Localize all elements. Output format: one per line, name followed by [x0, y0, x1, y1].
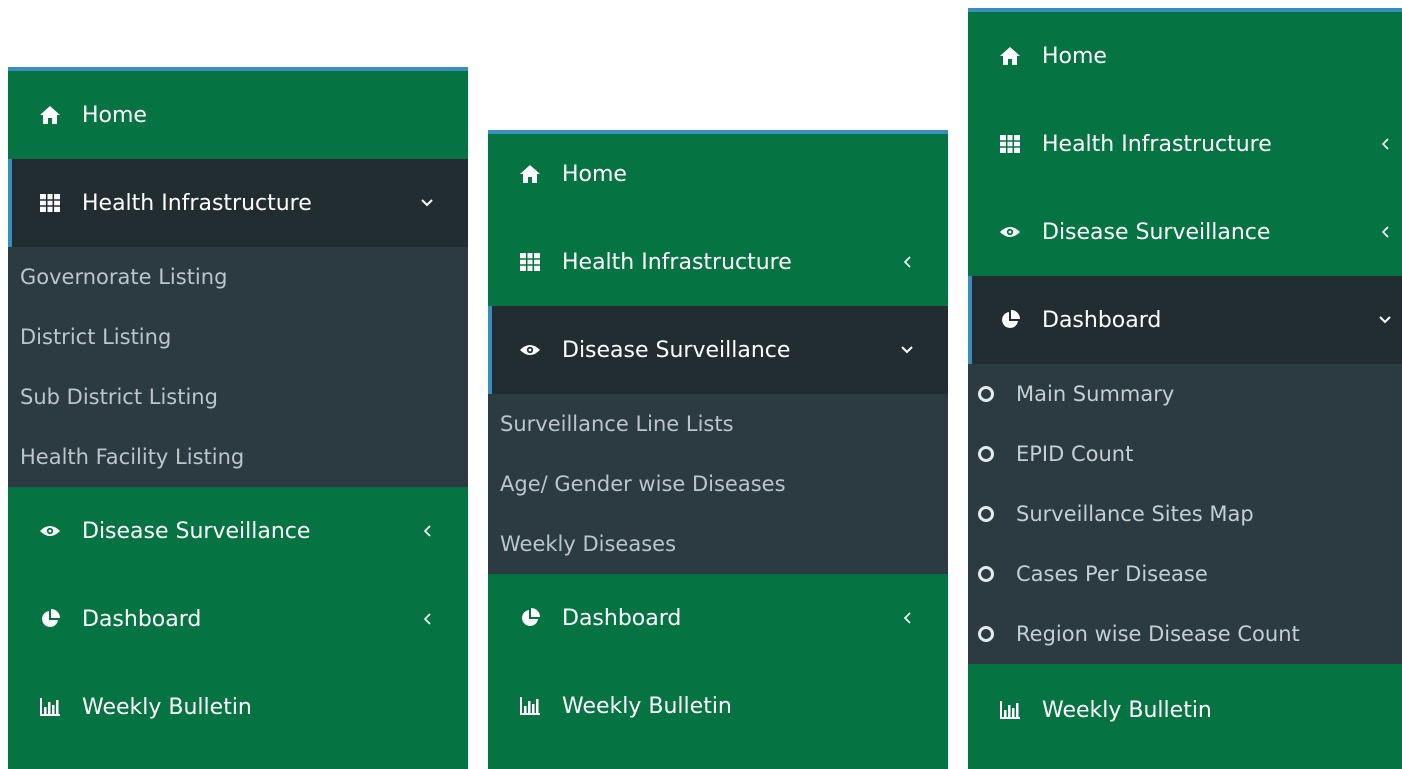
- menu-item-dashboard[interactable]: Dashboard: [8, 575, 468, 663]
- circle-icon: [978, 566, 994, 582]
- menu-item-dashboard[interactable]: Dashboard: [968, 276, 1402, 364]
- pie-chart-icon: [518, 606, 542, 630]
- menu-item-label: Home: [1042, 43, 1107, 69]
- menu-item-label: Disease Surveillance: [562, 337, 791, 363]
- bar-chart-icon: [998, 698, 1022, 722]
- menu-item-label: Weekly Bulletin: [82, 694, 252, 720]
- menu-item-weekly-bulletin[interactable]: Weekly Bulletin: [8, 663, 468, 751]
- circle-icon: [978, 506, 994, 522]
- submenu-item-label: Surveillance Sites Map: [1016, 502, 1254, 526]
- eye-icon: [998, 220, 1022, 244]
- chevron-down-icon: [1378, 313, 1392, 327]
- sidebar-panel-health-infrastructure-expanded: Home Health Infrastructure Governorate L…: [8, 67, 468, 769]
- menu-item-label: Dashboard: [562, 605, 682, 631]
- grid-icon: [38, 191, 62, 215]
- menu-item-home[interactable]: Home: [968, 12, 1402, 100]
- chevron-down-icon: [900, 343, 914, 357]
- menu-item-label: Disease Surveillance: [1042, 219, 1271, 245]
- bar-chart-icon: [518, 694, 542, 718]
- menu-item-health-infrastructure[interactable]: Health Infrastructure: [968, 100, 1402, 188]
- eye-icon: [38, 519, 62, 543]
- sidebar-panel-dashboard-expanded: Home Health Infrastructure Disease Surve…: [968, 8, 1402, 769]
- grid-icon: [518, 250, 542, 274]
- circle-icon: [978, 446, 994, 462]
- chevron-left-icon: [420, 612, 434, 626]
- menu-item-label: Dashboard: [82, 606, 202, 632]
- submenu-item-cases-per-disease[interactable]: Cases Per Disease: [968, 544, 1402, 604]
- home-icon: [998, 44, 1022, 68]
- menu-item-label: Health Infrastructure: [1042, 131, 1272, 157]
- eye-icon: [518, 338, 542, 362]
- chevron-left-icon: [900, 611, 914, 625]
- submenu-item-region-wise-disease-count[interactable]: Region wise Disease Count: [968, 604, 1402, 664]
- circle-icon: [978, 386, 994, 402]
- submenu-item-surveillance-sites-map[interactable]: Surveillance Sites Map: [968, 484, 1402, 544]
- menu-item-disease-surveillance[interactable]: Disease Surveillance: [488, 306, 948, 394]
- submenu-item-label: Region wise Disease Count: [1016, 622, 1300, 646]
- sidebar-panel-disease-surveillance-expanded: Home Health Infrastructure Disease Surve…: [488, 130, 948, 769]
- submenu-item-main-summary[interactable]: Main Summary: [968, 364, 1402, 424]
- menu-item-label: Home: [562, 161, 627, 187]
- submenu-disease-surveillance: Surveillance Line Lists Age/ Gender wise…: [488, 394, 948, 574]
- menu-item-label: Health Infrastructure: [562, 249, 792, 275]
- menu-item-weekly-bulletin[interactable]: Weekly Bulletin: [968, 666, 1402, 754]
- submenu-health-infrastructure: Governorate Listing District Listing Sub…: [8, 247, 468, 487]
- menu-item-disease-surveillance[interactable]: Disease Surveillance: [968, 188, 1402, 276]
- chevron-left-icon: [1378, 137, 1392, 151]
- submenu-item-label: Main Summary: [1016, 382, 1175, 406]
- chevron-left-icon: [420, 524, 434, 538]
- menu-item-label: Dashboard: [1042, 307, 1162, 333]
- submenu-item-epid-count[interactable]: EPID Count: [968, 424, 1402, 484]
- chevron-left-icon: [1378, 225, 1392, 239]
- submenu-item-health-facility-listing[interactable]: Health Facility Listing: [8, 427, 468, 487]
- menu-item-home[interactable]: Home: [488, 130, 948, 218]
- menu-item-label: Home: [82, 102, 147, 128]
- grid-icon: [998, 132, 1022, 156]
- submenu-item-sub-district-listing[interactable]: Sub District Listing: [8, 367, 468, 427]
- submenu-item-label: EPID Count: [1016, 442, 1134, 466]
- submenu-item-surveillance-line-lists[interactable]: Surveillance Line Lists: [488, 394, 948, 454]
- circle-icon: [978, 626, 994, 642]
- menu-item-label: Health Infrastructure: [82, 190, 312, 216]
- menu-item-label: Weekly Bulletin: [562, 693, 732, 719]
- menu-item-label: Disease Surveillance: [82, 518, 311, 544]
- chevron-down-icon: [420, 196, 434, 210]
- submenu-dashboard: Main Summary EPID Count Surveillance Sit…: [968, 364, 1402, 664]
- home-icon: [518, 162, 542, 186]
- menu-item-label: Weekly Bulletin: [1042, 697, 1212, 723]
- home-icon: [38, 103, 62, 127]
- menu-item-weekly-bulletin[interactable]: Weekly Bulletin: [488, 662, 948, 750]
- submenu-item-governorate-listing[interactable]: Governorate Listing: [8, 247, 468, 307]
- pie-chart-icon: [38, 607, 62, 631]
- menu-item-health-infrastructure[interactable]: Health Infrastructure: [8, 159, 468, 247]
- bar-chart-icon: [38, 695, 62, 719]
- pie-chart-icon: [998, 308, 1022, 332]
- submenu-item-age-gender-wise-diseases[interactable]: Age/ Gender wise Diseases: [488, 454, 948, 514]
- submenu-item-weekly-diseases[interactable]: Weekly Diseases: [488, 514, 948, 574]
- menu-item-home[interactable]: Home: [8, 71, 468, 159]
- submenu-item-label: Cases Per Disease: [1016, 562, 1208, 586]
- menu-item-disease-surveillance[interactable]: Disease Surveillance: [8, 487, 468, 575]
- menu-item-dashboard[interactable]: Dashboard: [488, 574, 948, 662]
- menu-item-health-infrastructure[interactable]: Health Infrastructure: [488, 218, 948, 306]
- chevron-left-icon: [900, 255, 914, 269]
- submenu-item-district-listing[interactable]: District Listing: [8, 307, 468, 367]
